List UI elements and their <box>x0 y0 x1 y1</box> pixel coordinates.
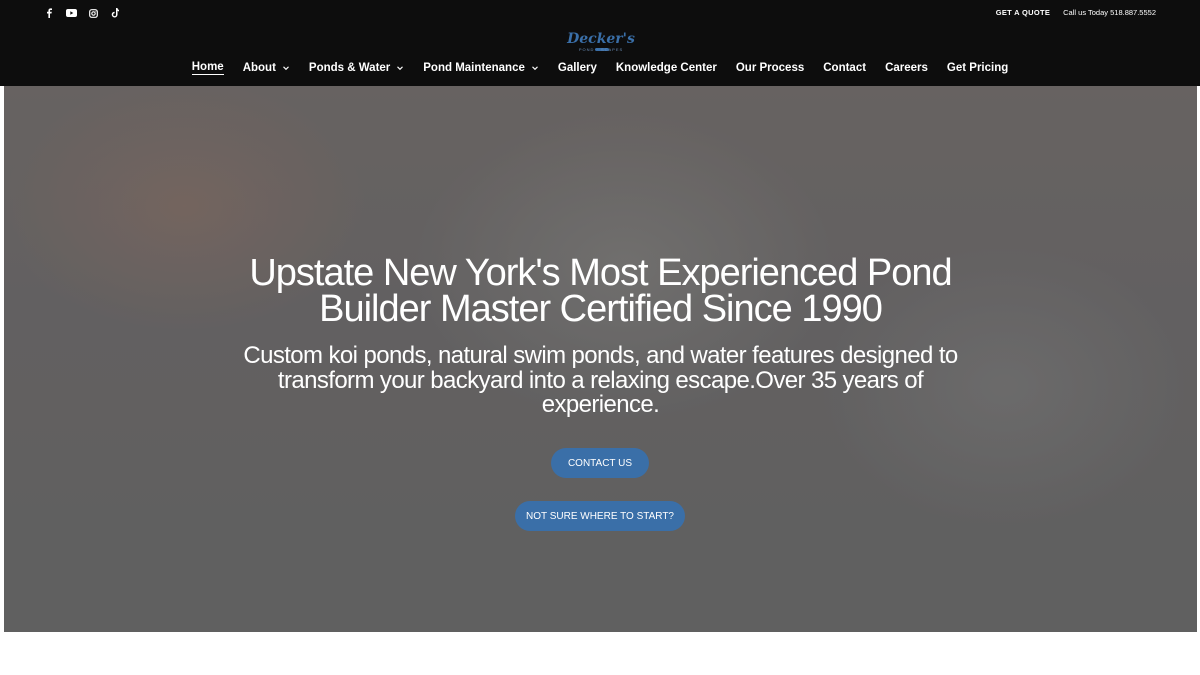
hero-title: Upstate New York's Most Experienced Pond… <box>249 252 952 330</box>
chevron-down-icon <box>397 66 404 71</box>
nav-label: Pond Maintenance <box>423 62 525 74</box>
nav-item-our-process[interactable]: Our Process <box>726 59 813 77</box>
nav-item-pond-maintenance[interactable]: Pond Maintenance <box>414 59 549 77</box>
contact-us-button[interactable]: CONTACT US <box>551 448 649 478</box>
logo-tagline: POND · SCAPES <box>578 47 624 52</box>
nav-item-home[interactable]: Home <box>182 59 233 77</box>
nav-label: Home <box>191 61 224 75</box>
logo-wordmark: Decker's <box>567 31 635 47</box>
nav-label: About <box>242 62 276 74</box>
nav-item-about[interactable]: About <box>233 59 299 77</box>
hero-subtitle: Custom koi ponds, natural swim ponds, an… <box>243 342 958 418</box>
chevron-down-icon <box>283 66 289 71</box>
nav-label: Get Pricing <box>946 62 1009 74</box>
youtube-icon[interactable] <box>60 5 82 21</box>
tiktok-icon[interactable] <box>104 5 126 21</box>
nav-item-contact[interactable]: Contact <box>814 59 876 77</box>
nav-label: Gallery <box>557 62 597 74</box>
nav-label: Our Process <box>735 62 805 74</box>
instagram-icon[interactable] <box>82 5 104 21</box>
social-links <box>38 5 126 21</box>
site-logo[interactable]: Decker's POND · SCAPES <box>565 30 637 56</box>
nav-item-careers[interactable]: Careers <box>876 59 938 77</box>
nav-label: Ponds & Water <box>308 62 391 74</box>
nav-item-ponds-water[interactable]: Ponds & Water <box>299 59 413 77</box>
nav-label: Careers <box>885 62 928 74</box>
get-a-quote-link[interactable]: GET A QUOTE <box>996 8 1050 17</box>
facebook-icon[interactable] <box>38 5 60 21</box>
nav-label: Knowledge Center <box>615 62 717 74</box>
chevron-down-icon <box>531 66 538 71</box>
hero-banner: Upstate New York's Most Experienced Pond… <box>4 86 1197 632</box>
nav-label: Contact <box>823 62 867 74</box>
main-navigation: Home About Ponds & Water Pond Maintenanc… <box>0 59 1200 79</box>
nav-item-knowledge-center[interactable]: Knowledge Center <box>606 59 726 77</box>
site-header: GET A QUOTE Call us Today 518.887.5552 D… <box>0 0 1200 86</box>
phone-callout[interactable]: Call us Today 518.887.5552 <box>1063 8 1156 17</box>
nav-item-gallery[interactable]: Gallery <box>548 59 606 77</box>
not-sure-where-to-start-button[interactable]: NOT SURE WHERE TO START? <box>515 501 685 531</box>
nav-item-get-pricing[interactable]: Get Pricing <box>937 59 1017 77</box>
top-contact-bar: GET A QUOTE Call us Today 518.887.5552 <box>996 8 1156 17</box>
